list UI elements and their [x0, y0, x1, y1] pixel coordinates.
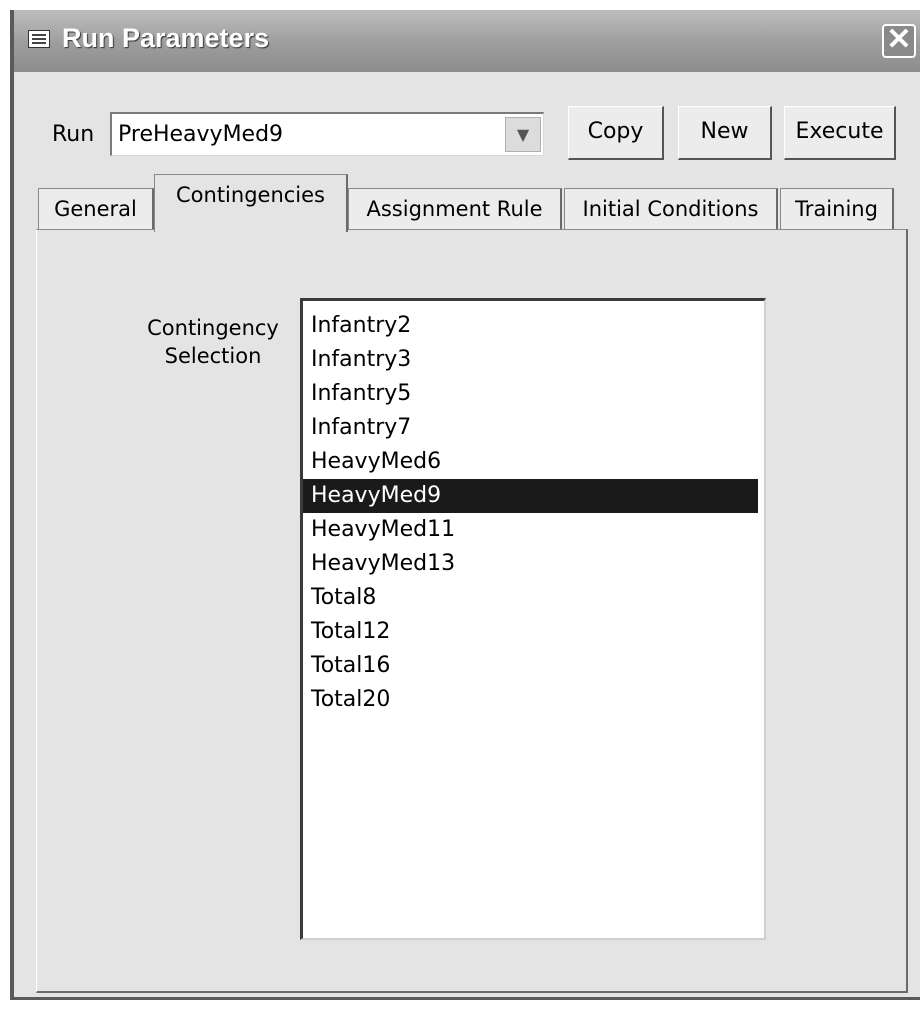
list-item-infantry5[interactable]: Infantry5	[303, 377, 758, 411]
list-item-total12[interactable]: Total12	[303, 615, 758, 649]
close-icon[interactable]: ✕	[882, 24, 916, 58]
list-item-total20[interactable]: Total20	[303, 683, 758, 717]
new-button[interactable]: New	[678, 106, 772, 160]
run-combobox[interactable]: PreHeavyMed9 ▼	[110, 112, 544, 156]
list-item-infantry2[interactable]: Infantry2	[303, 309, 758, 343]
list-item-infantry7[interactable]: Infantry7	[303, 411, 758, 445]
copy-button[interactable]: Copy	[568, 106, 664, 160]
contingency-label-line2: Selection	[164, 344, 262, 368]
list-item-heavymed9-selected[interactable]: HeavyMed9	[303, 479, 758, 513]
list-item-heavymed11[interactable]: HeavyMed11	[303, 513, 758, 547]
run-value[interactable]: PreHeavyMed9	[118, 122, 283, 147]
window-title: Run Parameters	[62, 23, 270, 53]
list-item-total8[interactable]: Total8	[303, 581, 758, 615]
run-parameters-window: Run Parameters ✕ Run PreHeavyMed9 ▼ Copy…	[10, 10, 920, 1000]
chevron-down-icon[interactable]: ▼	[505, 117, 541, 152]
form-icon	[28, 30, 50, 48]
contingency-label-line1: Contingency	[147, 316, 279, 340]
list-item-heavymed6[interactable]: HeavyMed6	[303, 445, 758, 479]
execute-button[interactable]: Execute	[784, 106, 896, 160]
contingencies-panel: Contingency Selection Infantry2 Infantry…	[36, 229, 908, 993]
tab-assignment-rule[interactable]: Assignment Rule	[348, 188, 562, 230]
run-label: Run	[52, 122, 95, 147]
tab-training[interactable]: Training	[780, 188, 894, 230]
tab-contingencies[interactable]: Contingencies	[154, 174, 348, 232]
contingency-listbox[interactable]: Infantry2 Infantry3 Infantry5 Infantry7 …	[300, 298, 766, 940]
list-item-infantry3[interactable]: Infantry3	[303, 343, 758, 377]
list-item-heavymed13[interactable]: HeavyMed13	[303, 547, 758, 581]
tab-general[interactable]: General	[38, 188, 154, 230]
title-bar[interactable]: Run Parameters ✕	[14, 10, 920, 72]
tab-initial-conditions[interactable]: Initial Conditions	[564, 188, 778, 230]
list-item-total16[interactable]: Total16	[303, 649, 758, 683]
contingency-selection-label: Contingency Selection	[133, 314, 293, 370]
